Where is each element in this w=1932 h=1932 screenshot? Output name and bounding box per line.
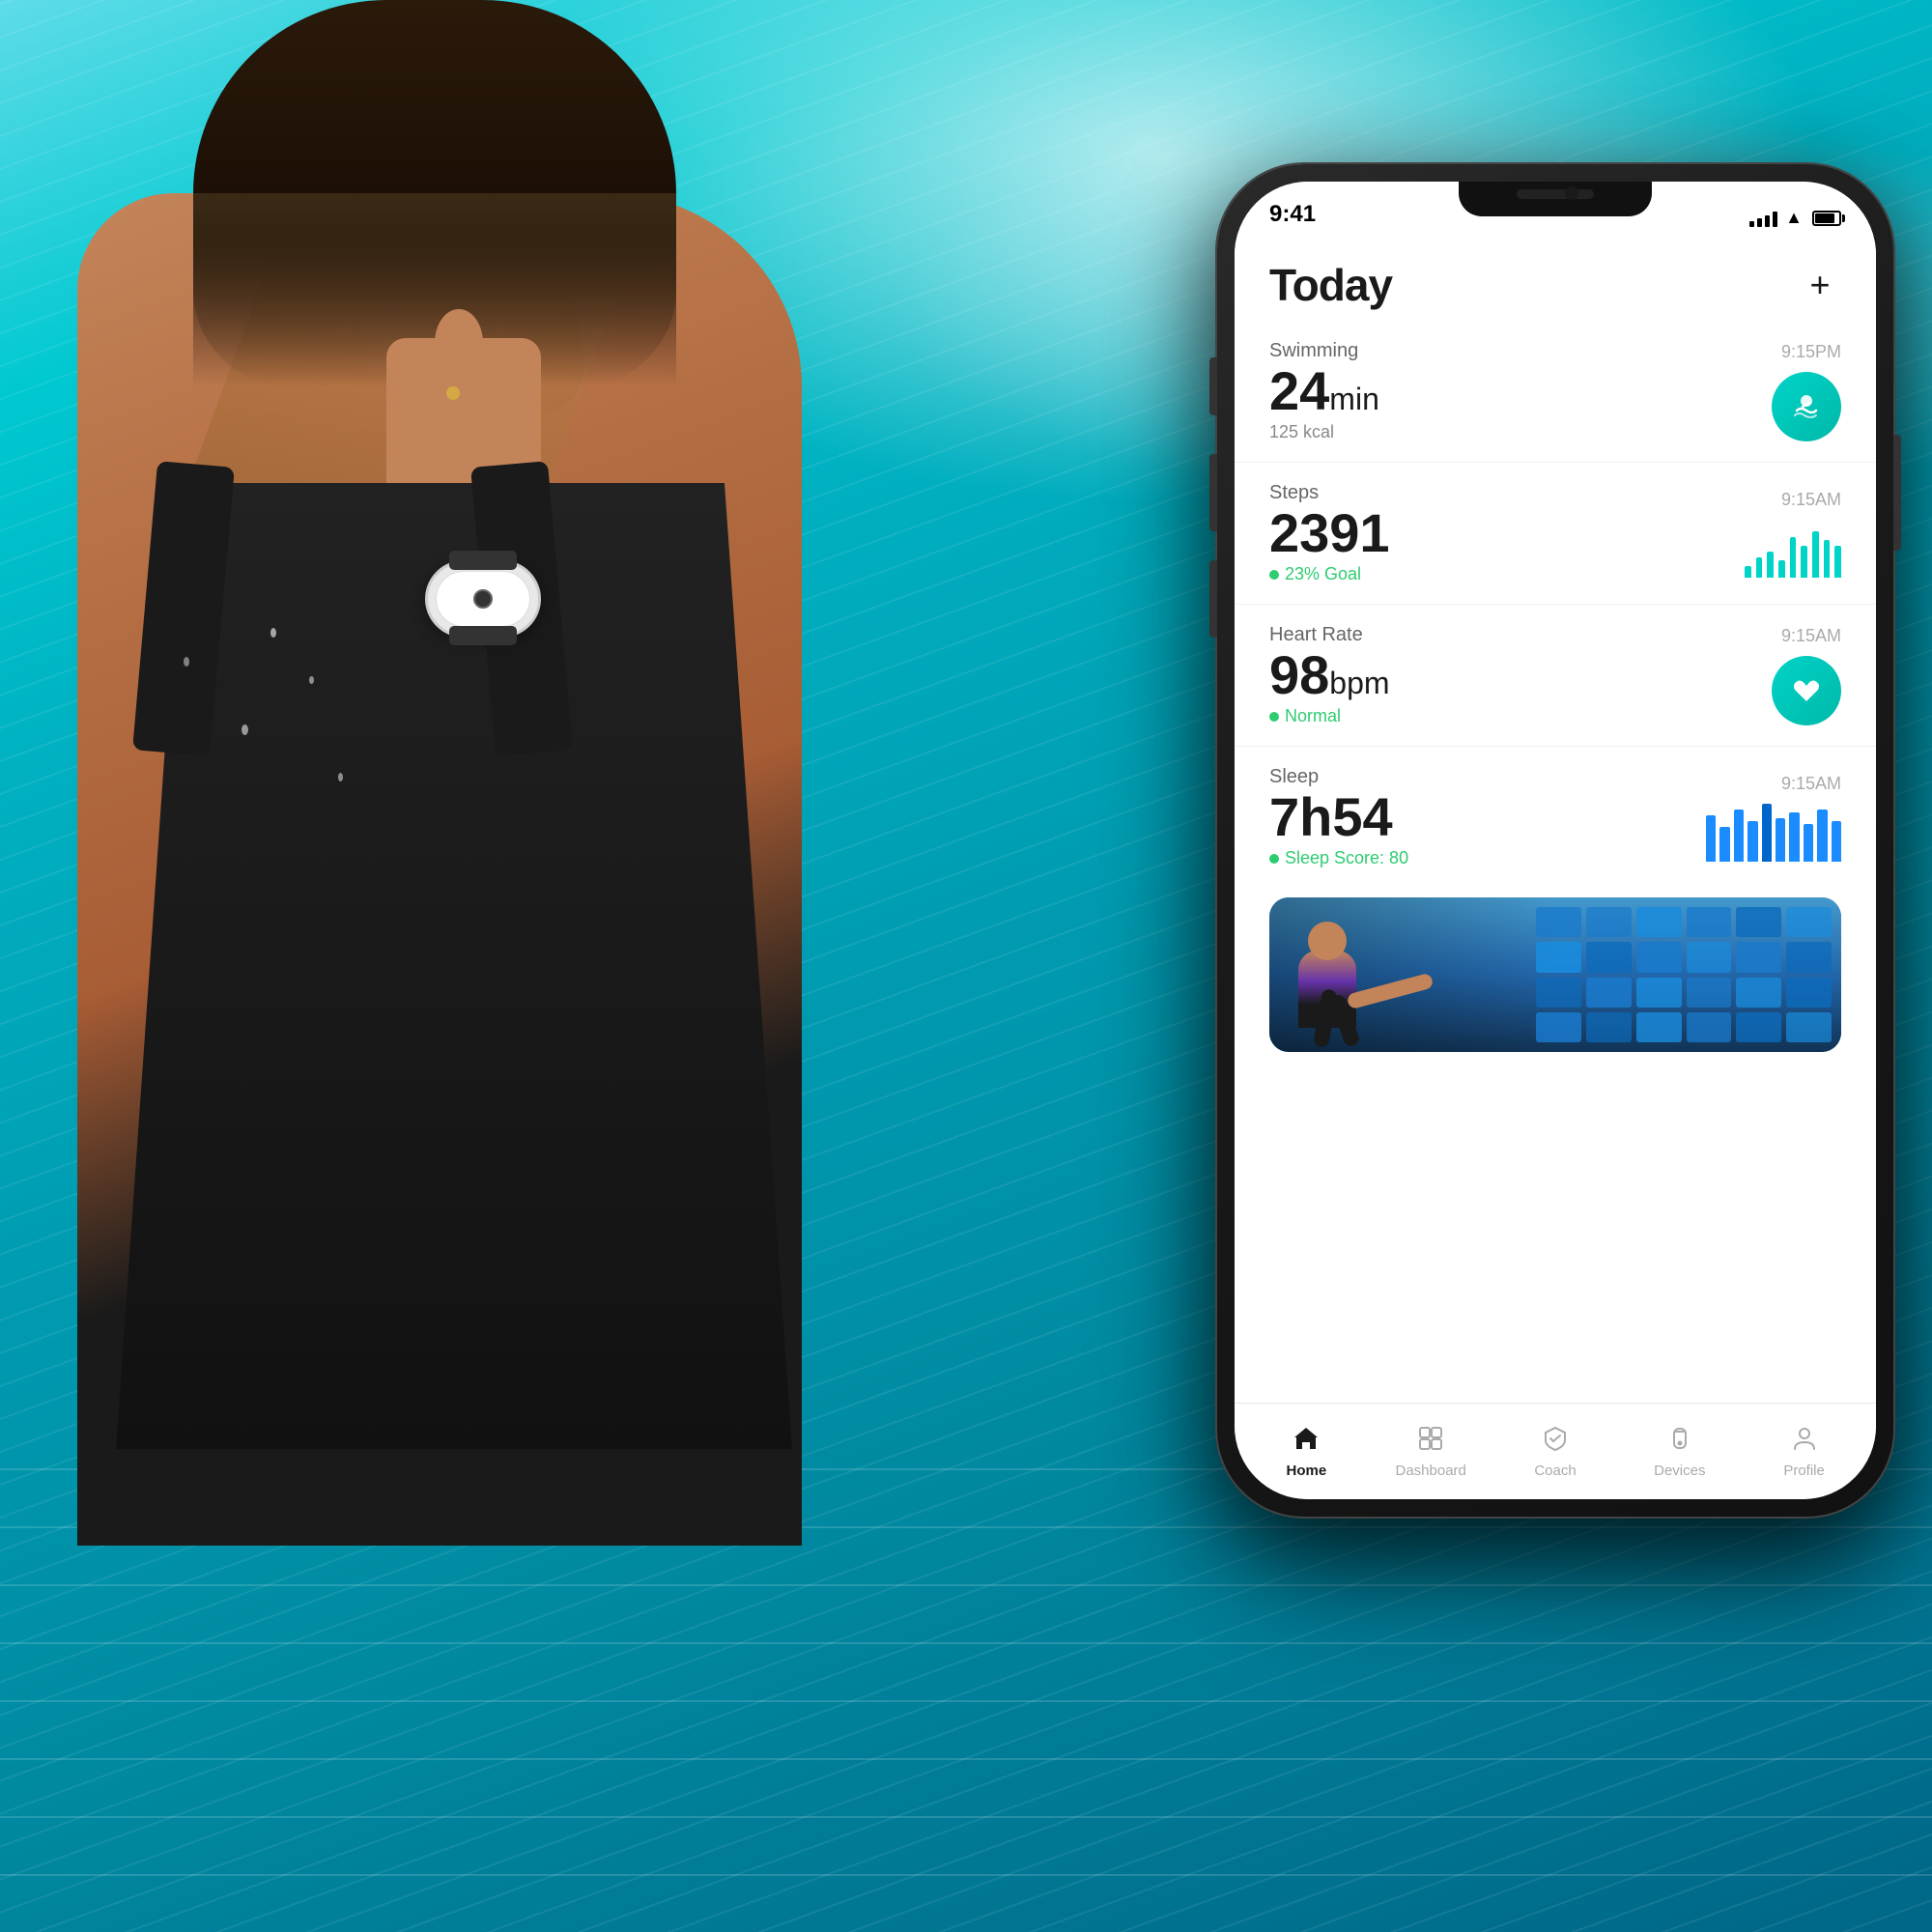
steps-type: Steps [1269, 482, 1390, 504]
home-icon [1293, 1425, 1320, 1457]
phone-screen: 9:41 ▲ Today [1235, 182, 1876, 1499]
heart-rate-time: 9:15AM [1781, 626, 1841, 646]
swimming-type: Swimming [1269, 340, 1379, 362]
phone-frame: 9:41 ▲ Today [1217, 164, 1893, 1517]
app-content: Today + Swimming 24min 125 kcal 9:15PM [1235, 240, 1876, 1403]
sleep-time: 9:15AM [1781, 774, 1841, 794]
swimming-card[interactable]: Swimming 24min 125 kcal 9:15PM [1235, 321, 1876, 463]
sleep-score: Sleep Score: 80 [1269, 848, 1408, 868]
nav-home[interactable]: Home [1244, 1425, 1369, 1479]
steps-value: 2391 [1269, 506, 1390, 560]
sleep-type: Sleep [1269, 766, 1408, 788]
nav-profile[interactable]: Profile [1742, 1425, 1866, 1479]
app-header: Today + [1235, 240, 1876, 321]
heart-rate-card[interactable]: Heart Rate 98bpm Normal 9:15AM [1235, 605, 1876, 747]
nav-coach[interactable]: Coach [1493, 1425, 1618, 1479]
coach-icon [1542, 1425, 1569, 1457]
nav-coach-label: Coach [1534, 1463, 1576, 1479]
swimming-value: 24min [1269, 364, 1379, 418]
nav-home-label: Home [1287, 1463, 1327, 1479]
signal-icon [1749, 210, 1777, 227]
steps-card[interactable]: Steps 2391 23% Goal 9:15AM [1235, 463, 1876, 605]
wifi-icon: ▲ [1785, 208, 1803, 228]
page-title: Today [1269, 259, 1392, 311]
promo-banner[interactable] [1269, 897, 1841, 1052]
sleep-value: 7h54 [1269, 790, 1408, 844]
add-button[interactable]: + [1799, 264, 1841, 306]
steps-chart [1745, 520, 1841, 578]
nav-profile-label: Profile [1783, 1463, 1825, 1479]
phone-notch [1459, 182, 1652, 216]
swimming-icon [1772, 372, 1841, 441]
sleep-chart [1706, 804, 1841, 862]
dashboard-icon [1417, 1425, 1444, 1457]
steps-time: 9:15AM [1781, 490, 1841, 510]
swimming-calories: 125 kcal [1269, 422, 1379, 442]
bottom-nav: Home Dashboard [1235, 1403, 1876, 1499]
heart-rate-type: Heart Rate [1269, 624, 1390, 646]
heart-rate-value: 98bpm [1269, 648, 1390, 702]
status-icons: ▲ [1749, 208, 1841, 232]
devices-icon [1666, 1425, 1693, 1457]
swimming-time: 9:15PM [1781, 342, 1841, 362]
sleep-card[interactable]: Sleep 7h54 Sleep Score: 80 9:15AM [1235, 747, 1876, 888]
nav-dashboard-label: Dashboard [1396, 1463, 1466, 1479]
nav-devices-label: Devices [1654, 1463, 1705, 1479]
steps-goal: 23% Goal [1269, 564, 1390, 584]
profile-icon [1791, 1425, 1818, 1457]
phone: 9:41 ▲ Today [1217, 164, 1893, 1517]
status-time: 9:41 [1269, 201, 1316, 232]
heart-rate-status: Normal [1269, 706, 1390, 726]
nav-dashboard[interactable]: Dashboard [1369, 1425, 1493, 1479]
nav-devices[interactable]: Devices [1617, 1425, 1742, 1479]
heart-icon [1772, 656, 1841, 725]
battery-icon [1812, 211, 1841, 226]
